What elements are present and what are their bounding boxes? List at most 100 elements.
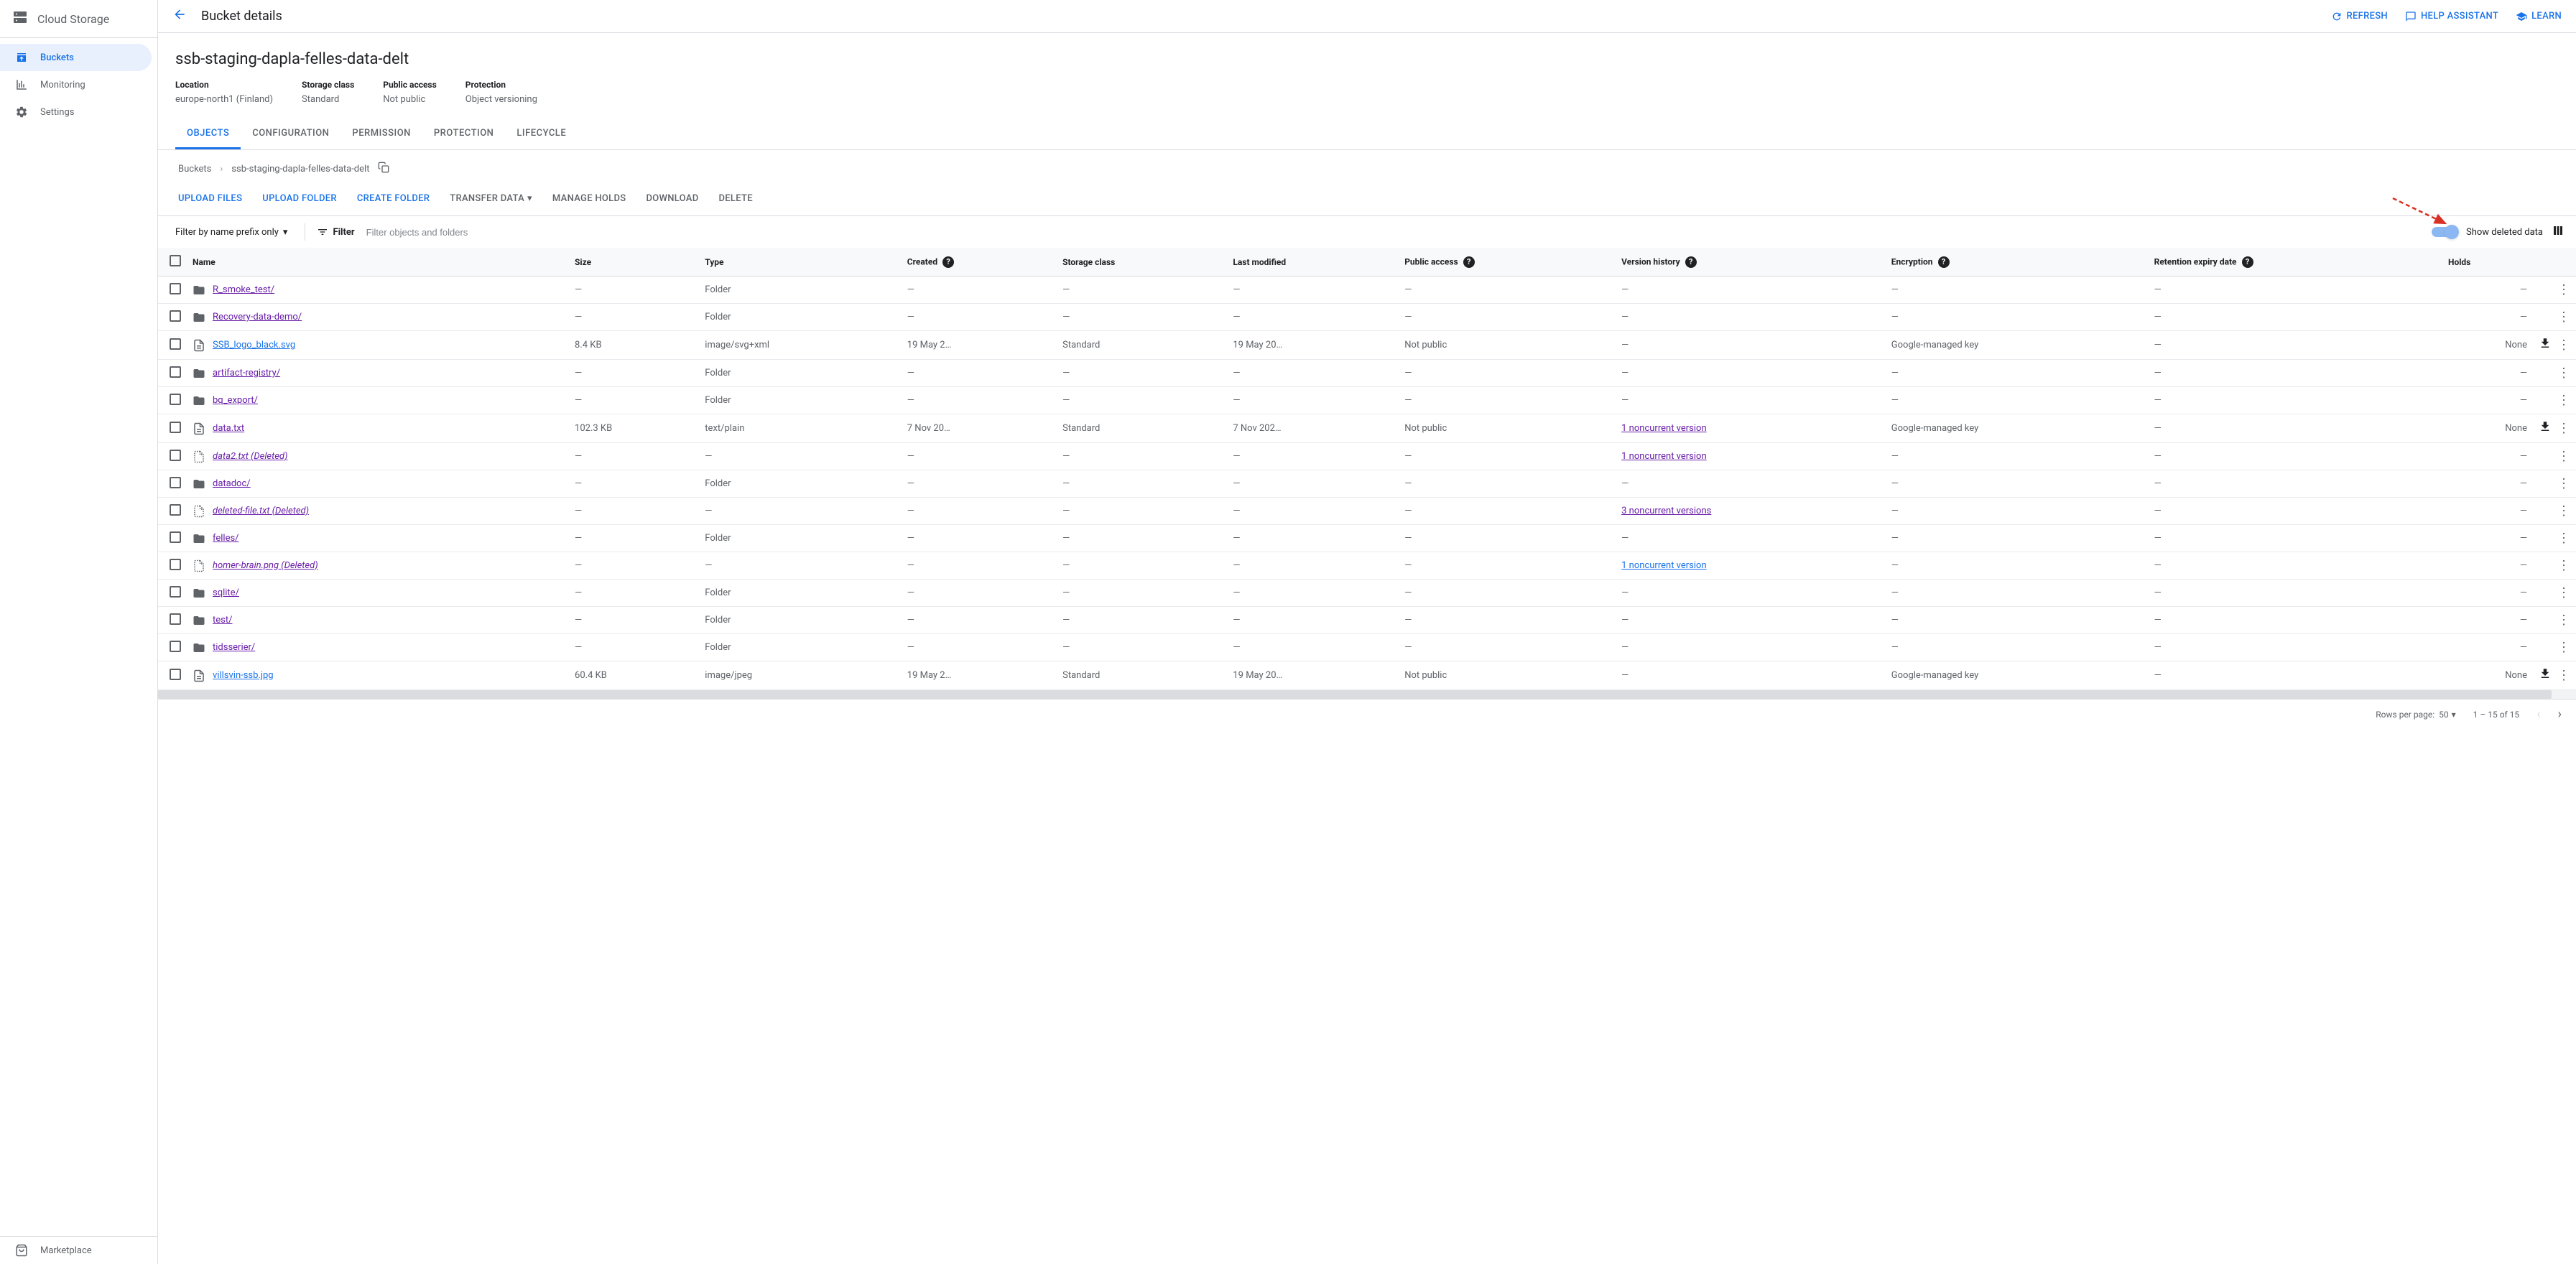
row-checkbox[interactable]: [170, 613, 181, 625]
more-actions-icon[interactable]: ⋮: [2557, 310, 2570, 325]
col-name[interactable]: Name: [187, 248, 569, 276]
object-name-link[interactable]: tidsserier/: [213, 642, 255, 653]
more-actions-icon[interactable]: ⋮: [2557, 393, 2570, 408]
row-checkbox[interactable]: [170, 504, 181, 516]
col-type[interactable]: Type: [699, 248, 901, 276]
sidebar-item-monitoring[interactable]: Monitoring: [0, 71, 157, 98]
help-icon[interactable]: ?: [1463, 256, 1475, 268]
version-link[interactable]: 1 noncurrent version: [1621, 451, 1707, 462]
download-icon[interactable]: [2539, 667, 2552, 684]
select-all-checkbox[interactable]: [170, 255, 181, 266]
more-actions-icon[interactable]: ⋮: [2557, 613, 2570, 628]
object-name-link[interactable]: artifact-registry/: [213, 368, 280, 378]
object-name-link[interactable]: data.txt: [213, 423, 244, 434]
col-public-access[interactable]: Public access ?: [1399, 248, 1616, 276]
filter-input[interactable]: [366, 227, 2420, 238]
upload-files-button[interactable]: UPLOAD FILES: [178, 193, 242, 204]
more-actions-icon[interactable]: ⋮: [2557, 503, 2570, 519]
tab-objects[interactable]: OBJECTS: [175, 119, 241, 149]
version-link[interactable]: 1 noncurrent version: [1621, 560, 1707, 571]
row-checkbox[interactable]: [170, 366, 181, 378]
tab-lifecycle[interactable]: LIFECYCLE: [505, 119, 578, 149]
help-icon[interactable]: ?: [1938, 256, 1950, 268]
tab-configuration[interactable]: CONFIGURATION: [241, 119, 340, 149]
filter-mode-dropdown[interactable]: Filter by name prefix only ▾: [170, 224, 293, 241]
object-name-link[interactable]: bq_export/: [213, 395, 258, 406]
object-name-link[interactable]: deleted-file.txt (Deleted): [213, 506, 309, 516]
upload-folder-button[interactable]: UPLOAD FOLDER: [262, 193, 337, 204]
row-checkbox[interactable]: [170, 394, 181, 405]
help-icon[interactable]: ?: [1685, 256, 1697, 268]
more-actions-icon[interactable]: ⋮: [2557, 449, 2570, 464]
row-checkbox[interactable]: [170, 586, 181, 598]
row-checkbox[interactable]: [170, 477, 181, 488]
create-folder-button[interactable]: CREATE FOLDER: [357, 193, 430, 204]
object-name-link[interactable]: felles/: [213, 533, 239, 544]
object-name-link[interactable]: R_smoke_test/: [213, 284, 274, 295]
transfer-data-button[interactable]: TRANSFER DATA ▾: [450, 193, 532, 204]
download-icon[interactable]: [2539, 420, 2552, 437]
version-link[interactable]: 1 noncurrent version: [1621, 423, 1707, 434]
row-checkbox[interactable]: [170, 283, 181, 294]
help-icon[interactable]: ?: [942, 256, 954, 268]
object-name-link[interactable]: data2.txt (Deleted): [213, 451, 287, 462]
horizontal-scrollbar[interactable]: [158, 690, 2576, 699]
cell-public: —: [1399, 580, 1616, 607]
more-actions-icon[interactable]: ⋮: [2557, 421, 2570, 436]
sidebar-item-settings[interactable]: Settings: [0, 98, 157, 126]
object-name-link[interactable]: sqlite/: [213, 587, 239, 598]
more-actions-icon[interactable]: ⋮: [2557, 668, 2570, 683]
download-icon[interactable]: [2539, 337, 2552, 353]
version-link[interactable]: 3 noncurrent versions: [1621, 506, 1711, 516]
row-checkbox[interactable]: [170, 310, 181, 322]
more-actions-icon[interactable]: ⋮: [2557, 282, 2570, 297]
object-name-link[interactable]: Recovery-data-demo/: [213, 312, 302, 322]
object-name-link[interactable]: homer-brain.png (Deleted): [213, 560, 318, 571]
more-actions-icon[interactable]: ⋮: [2557, 476, 2570, 491]
next-page-button[interactable]: ›: [2558, 707, 2562, 722]
delete-button[interactable]: DELETE: [719, 193, 753, 204]
object-name-link[interactable]: test/: [213, 615, 232, 626]
object-name-link[interactable]: villsvin-ssb.jpg: [213, 670, 274, 681]
more-actions-icon[interactable]: ⋮: [2557, 558, 2570, 573]
col-retention-expiry-date[interactable]: Retention expiry date ?: [2149, 248, 2442, 276]
sidebar-marketplace[interactable]: Marketplace: [0, 1236, 157, 1264]
refresh-button[interactable]: REFRESH: [2331, 11, 2388, 22]
show-deleted-toggle[interactable]: [2432, 227, 2457, 237]
object-name-link[interactable]: SSB_logo_black.svg: [213, 340, 295, 350]
sidebar-item-buckets[interactable]: Buckets: [0, 44, 152, 71]
breadcrumb-root[interactable]: Buckets: [178, 164, 211, 175]
tab-protection[interactable]: PROTECTION: [422, 119, 505, 149]
copy-icon[interactable]: [378, 162, 389, 176]
learn-button[interactable]: LEARN: [2516, 11, 2562, 22]
more-actions-icon[interactable]: ⋮: [2557, 531, 2570, 546]
col-size[interactable]: Size: [569, 248, 699, 276]
row-checkbox[interactable]: [170, 559, 181, 570]
col-encryption[interactable]: Encryption ?: [1886, 248, 2149, 276]
object-name-link[interactable]: datadoc/: [213, 478, 251, 489]
help-icon[interactable]: ?: [2242, 256, 2253, 268]
manage-holds-button[interactable]: MANAGE HOLDS: [552, 193, 626, 204]
more-actions-icon[interactable]: ⋮: [2557, 366, 2570, 381]
back-button[interactable]: [172, 7, 187, 25]
download-button[interactable]: DOWNLOAD: [646, 193, 698, 204]
tab-permission[interactable]: PERMISSION: [340, 119, 422, 149]
column-display-icon[interactable]: [2552, 224, 2565, 241]
more-actions-icon[interactable]: ⋮: [2557, 640, 2570, 655]
col-version-history[interactable]: Version history ?: [1616, 248, 1886, 276]
more-actions-icon[interactable]: ⋮: [2557, 338, 2570, 353]
row-checkbox[interactable]: [170, 338, 181, 350]
row-checkbox[interactable]: [170, 450, 181, 461]
prev-page-button[interactable]: ‹: [2536, 707, 2540, 722]
more-actions-icon[interactable]: ⋮: [2557, 585, 2570, 600]
help-assistant-button[interactable]: HELP ASSISTANT: [2405, 11, 2498, 22]
col-holds[interactable]: Holds: [2442, 248, 2533, 276]
row-checkbox[interactable]: [170, 422, 181, 433]
col-created[interactable]: Created ?: [902, 248, 1057, 276]
rows-per-page-select[interactable]: 50 ▾: [2439, 710, 2456, 720]
row-checkbox[interactable]: [170, 641, 181, 652]
col-storage-class[interactable]: Storage class: [1057, 248, 1227, 276]
row-checkbox[interactable]: [170, 669, 181, 680]
col-last-modified[interactable]: Last modified: [1227, 248, 1399, 276]
row-checkbox[interactable]: [170, 531, 181, 543]
